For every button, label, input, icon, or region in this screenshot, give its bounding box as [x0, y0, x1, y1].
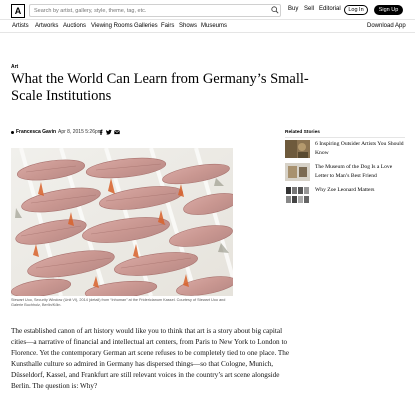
- author-name[interactable]: Francesca Gavin: [16, 129, 56, 135]
- nav-buy[interactable]: Buy: [288, 6, 298, 12]
- subnav-shows[interactable]: Shows: [179, 23, 197, 29]
- nav-sell[interactable]: Sell: [304, 6, 314, 12]
- nav-editorial[interactable]: Editorial: [319, 6, 341, 12]
- search-icon[interactable]: [271, 6, 279, 14]
- related-stories-heading: Related Stories: [285, 130, 320, 135]
- facebook-icon[interactable]: [98, 129, 104, 135]
- category-navigation: Artists Artworks Auctions Viewing Rooms …: [0, 21, 415, 33]
- image-caption: Stewart Uoo, Security Window (Unit VI), …: [11, 298, 226, 307]
- divider: [285, 137, 405, 138]
- related-story-title[interactable]: The Museum of the Dog Is a Love Letter t…: [315, 163, 405, 180]
- subnav-auctions[interactable]: Auctions: [63, 23, 86, 29]
- related-story-thumbnail[interactable]: [285, 186, 310, 204]
- login-button[interactable]: Log In: [344, 5, 368, 15]
- download-app-link[interactable]: Download App: [367, 23, 406, 29]
- article-headline: What the World Can Learn from Germany’s …: [11, 71, 309, 104]
- twitter-icon[interactable]: [106, 129, 112, 135]
- subnav-fairs[interactable]: Fairs: [161, 23, 174, 29]
- search-input[interactable]: [29, 4, 281, 17]
- artwork-illustration: [11, 148, 233, 296]
- top-navigation-bar: A Buy Sell Editorial Log In Sign Up: [0, 0, 415, 20]
- related-story-thumbnail[interactable]: [285, 140, 310, 158]
- article-category[interactable]: Art: [11, 64, 18, 70]
- hero-artwork-image: [11, 148, 233, 296]
- subnav-galleries[interactable]: Galleries: [134, 23, 158, 29]
- subnav-artworks[interactable]: Artworks: [35, 23, 58, 29]
- related-story-title[interactable]: Why Zoe Leonard Matters: [315, 186, 405, 195]
- article-body: The established canon of art history wou…: [11, 327, 290, 390]
- related-story-thumbnail[interactable]: [285, 163, 310, 181]
- email-icon[interactable]: [114, 129, 120, 135]
- related-story-title[interactable]: 6 Inspiring Outsider Artists You Should …: [315, 140, 405, 157]
- subnav-museums[interactable]: Museums: [201, 23, 227, 29]
- subnav-artists[interactable]: Artists: [12, 23, 29, 29]
- subnav-viewing-rooms[interactable]: Viewing Rooms: [91, 23, 133, 29]
- artsy-logo[interactable]: A: [11, 4, 25, 18]
- signup-button[interactable]: Sign Up: [374, 5, 403, 15]
- author-dot-icon: [11, 131, 14, 134]
- publish-date: Apr 8, 2015 5:26pm: [58, 129, 102, 135]
